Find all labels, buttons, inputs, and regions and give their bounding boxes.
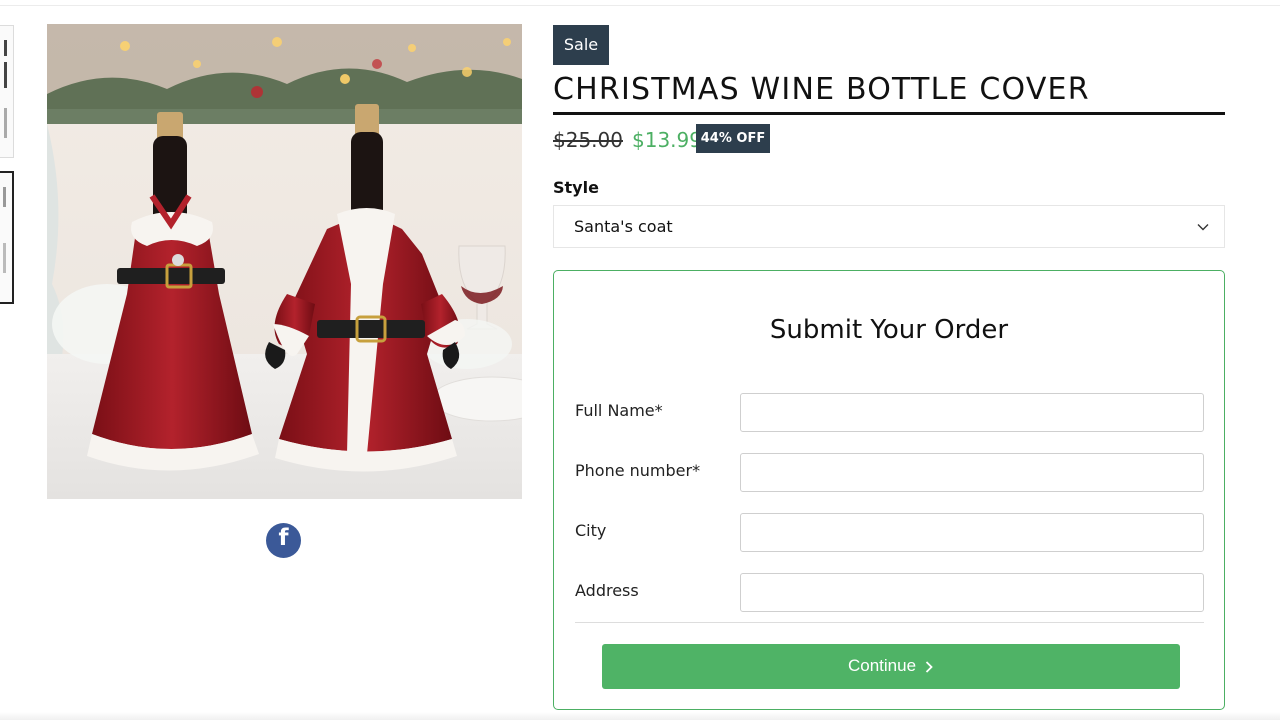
form-divider [575, 622, 1204, 623]
product-photo [47, 24, 522, 499]
full-name-label: Full Name* [575, 401, 663, 420]
header-divider [0, 0, 1280, 6]
sale-price: $13.99 [632, 128, 702, 152]
phone-number-label: Phone number* [575, 461, 701, 480]
phone-number-input[interactable] [740, 453, 1204, 492]
facebook-share-button[interactable]: f [266, 523, 301, 558]
thumbnail-2-selected[interactable] [0, 171, 14, 304]
sale-badge: Sale [553, 25, 609, 65]
page-bottom-fade [0, 712, 1280, 720]
title-underline [553, 112, 1225, 115]
chevron-down-icon [1197, 224, 1209, 231]
chevron-right-icon [925, 660, 933, 673]
thumbnail-mark [3, 243, 6, 273]
original-price: $25.00 [553, 128, 623, 152]
order-form-title: Submit Your Order [769, 315, 1009, 345]
discount-badge: 44% OFF [696, 124, 770, 153]
continue-button-content: Continue [602, 656, 1180, 676]
city-input[interactable] [740, 513, 1204, 552]
city-label: City [575, 521, 607, 540]
thumbnail-mark [4, 108, 7, 138]
product-title: CHRISTMAS WINE BOTTLE COVER [553, 72, 1090, 107]
address-label: Address [575, 581, 639, 600]
thumbnail-mark [4, 40, 7, 56]
thumbnail-1[interactable] [0, 25, 14, 158]
product-image[interactable] [47, 24, 522, 499]
full-name-input[interactable] [740, 393, 1204, 432]
address-input[interactable] [740, 573, 1204, 612]
facebook-icon: f [278, 525, 289, 551]
style-selected-value: Santa's coat [574, 217, 673, 236]
thumbnail-mark [4, 62, 7, 88]
continue-button[interactable]: Continue [602, 644, 1180, 689]
style-select[interactable]: Santa's coat [553, 205, 1225, 248]
thumbnail-mark [3, 187, 6, 207]
continue-label: Continue [847, 656, 917, 675]
order-form: Submit Your Order Full Name* Phone numbe… [553, 270, 1225, 710]
style-label: Style [553, 178, 599, 197]
